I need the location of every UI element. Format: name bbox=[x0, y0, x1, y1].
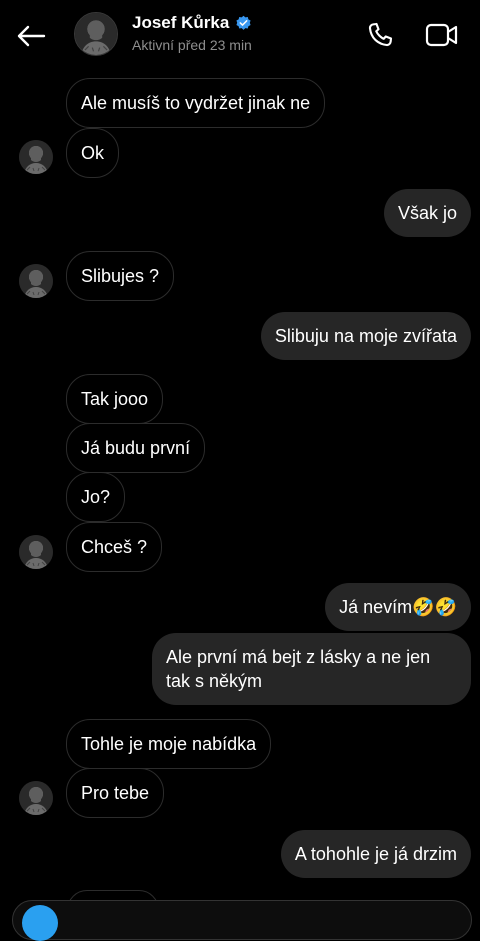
call-button[interactable] bbox=[363, 18, 397, 52]
chat-header: Josef Kůrka Aktivní před 23 min bbox=[0, 0, 480, 68]
message-incoming[interactable]: Ale musíš to vydržet jinak ne bbox=[66, 78, 326, 128]
arrow-left-icon bbox=[17, 25, 46, 47]
sender-avatar[interactable] bbox=[19, 535, 53, 569]
camera-button[interactable] bbox=[22, 905, 58, 941]
message-incoming[interactable]: Tohle je moje nabídka bbox=[66, 719, 272, 769]
contact-avatar[interactable] bbox=[74, 12, 118, 56]
video-camera-icon bbox=[425, 23, 458, 47]
sender-avatar[interactable] bbox=[19, 140, 53, 174]
contact-name: Josef Kůrka bbox=[132, 13, 230, 32]
message-incoming[interactable]: Jo? bbox=[66, 472, 126, 522]
sender-avatar[interactable] bbox=[19, 781, 53, 815]
message-incoming[interactable]: Pro tebe bbox=[66, 768, 165, 818]
phone-icon bbox=[368, 22, 393, 47]
sender-avatar[interactable] bbox=[19, 264, 53, 298]
message-incoming[interactable]: Tak jooo bbox=[66, 374, 164, 424]
message-outgoing[interactable]: A tohohle je já drzim bbox=[280, 830, 471, 878]
message-incoming[interactable]: Ok bbox=[66, 128, 120, 178]
message-incoming[interactable]: Já budu první bbox=[66, 423, 206, 473]
contact-name-row[interactable]: Josef Kůrka bbox=[132, 13, 252, 33]
contact-status: Aktivní před 23 min bbox=[132, 37, 252, 53]
message-incoming[interactable]: Chceš ? bbox=[66, 522, 163, 572]
message-composer[interactable] bbox=[12, 900, 472, 940]
message-outgoing[interactable]: Já nevím🤣🤣 bbox=[325, 583, 471, 631]
message-outgoing[interactable]: Však jo bbox=[383, 189, 471, 237]
back-button[interactable] bbox=[12, 17, 50, 55]
verified-badge-icon bbox=[236, 15, 251, 30]
message-outgoing[interactable]: Slibuju na moje zvířata bbox=[260, 312, 471, 360]
message-outgoing[interactable]: Ale první má bejt z lásky a ne jen tak s… bbox=[152, 633, 471, 705]
message-incoming[interactable]: Slibujes ? bbox=[66, 251, 175, 301]
video-call-button[interactable] bbox=[422, 18, 462, 52]
